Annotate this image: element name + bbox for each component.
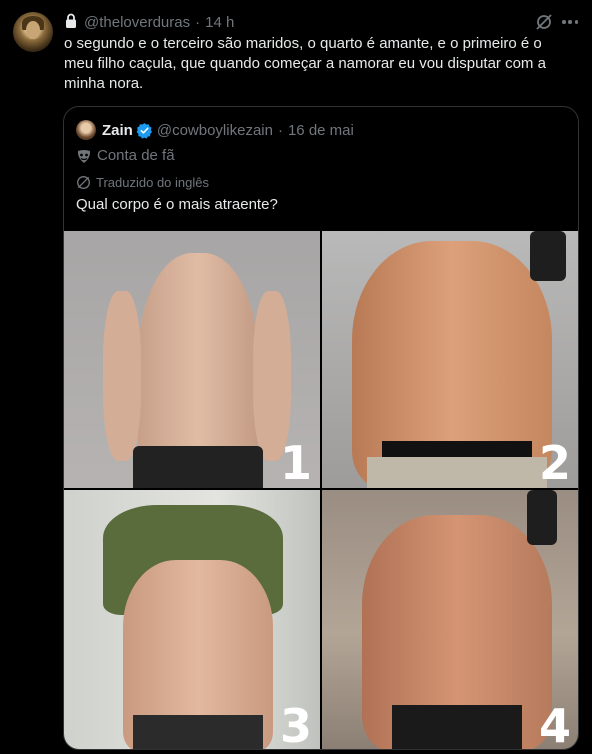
shorts <box>133 446 263 488</box>
quote-text: Qual corpo é o mais atraente? <box>76 196 278 213</box>
photo-4[interactable]: 4 <box>322 490 578 750</box>
quote-avatar[interactable] <box>76 120 96 140</box>
quote-date[interactable]: 16 de mai <box>288 122 354 139</box>
shorts <box>133 715 263 749</box>
photo-2[interactable]: 2 <box>322 231 578 488</box>
lock-icon <box>66 13 76 28</box>
photo-number: 2 <box>538 436 571 488</box>
post-time[interactable]: 14 h <box>205 14 234 31</box>
post-header: @theloverduras · 14 h <box>64 12 234 32</box>
fan-account-text: Conta de fã <box>97 147 175 164</box>
verified-icon <box>136 122 152 139</box>
author-avatar[interactable] <box>13 12 53 52</box>
photo-3[interactable]: 3 <box>64 490 320 750</box>
photo-grid: 1 2 3 4 <box>64 231 578 750</box>
translated-label[interactable]: Traduzido do inglês <box>76 175 209 190</box>
mask-icon <box>77 149 91 163</box>
more-icon[interactable] <box>560 13 580 31</box>
separator-dot: · <box>195 13 201 31</box>
photo-number: 4 <box>538 699 571 750</box>
phone <box>530 231 566 281</box>
photo-1[interactable]: 1 <box>64 231 320 488</box>
grok-icon[interactable] <box>535 13 553 31</box>
arm-left <box>103 291 141 461</box>
shorts <box>392 705 522 749</box>
avatar-face <box>26 21 40 39</box>
photo-number: 1 <box>279 436 312 488</box>
quote-header: Zain @cowboylikezain · 16 de mai <box>76 120 354 140</box>
quoted-post[interactable]: Zain @cowboylikezain · 16 de mai Conta d… <box>63 106 579 750</box>
post-text: o segundo e o terceiro são maridos, o qu… <box>64 35 546 92</box>
shorts <box>367 457 547 488</box>
translated-text: Traduzido do inglês <box>96 175 209 190</box>
quote-author-name[interactable]: Zain <box>102 122 133 139</box>
fan-account-label: Conta de fã <box>76 147 175 164</box>
separator-dot: · <box>277 121 283 139</box>
author-handle[interactable]: @theloverduras <box>84 14 190 31</box>
translate-icon <box>77 176 90 189</box>
phone <box>527 490 557 545</box>
photo-number: 3 <box>279 699 312 750</box>
quote-author-handle[interactable]: @cowboylikezain <box>157 122 273 139</box>
